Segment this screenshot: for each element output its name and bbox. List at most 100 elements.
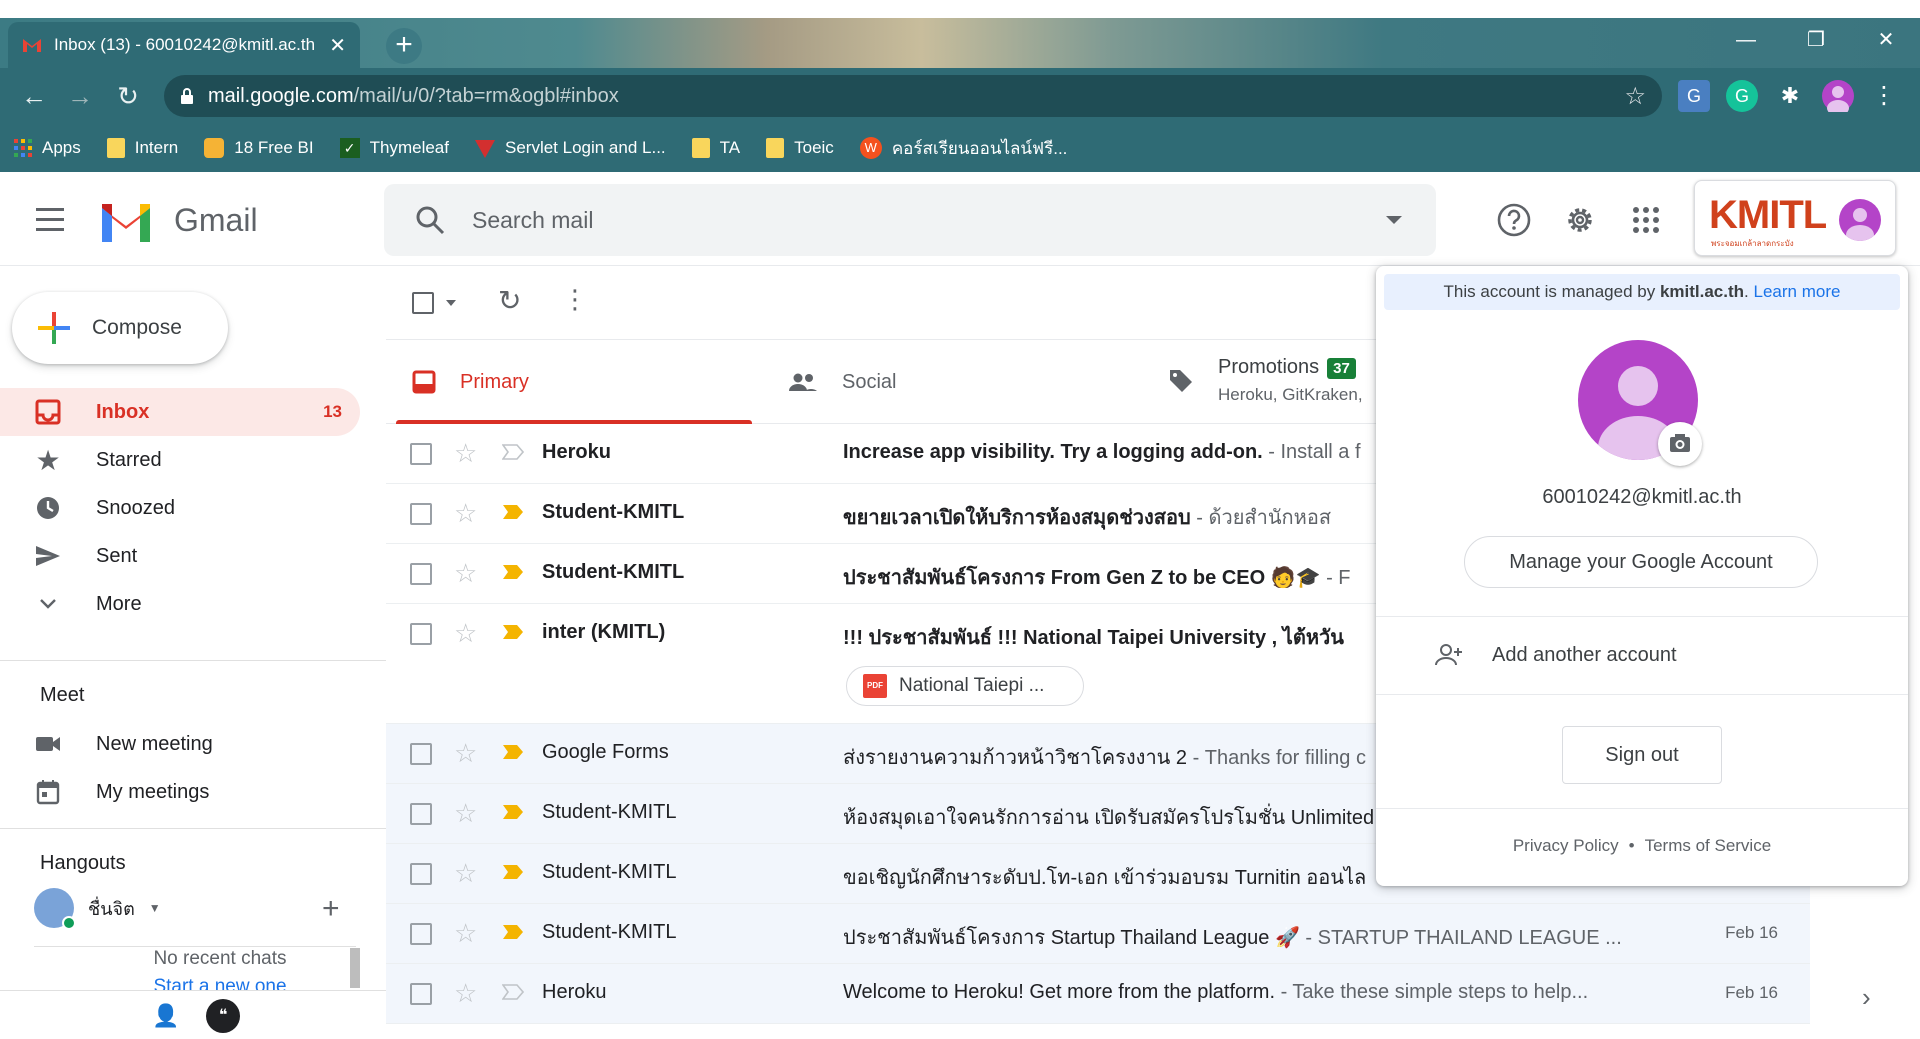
close-tab-icon[interactable]: ✕: [329, 33, 346, 58]
address-bar[interactable]: mail.google.com /mail/u/0/?tab=rm&ogbl#i…: [164, 75, 1662, 117]
google-apps-grid-icon[interactable]: [1628, 202, 1664, 238]
sign-out-button[interactable]: Sign out: [1562, 726, 1722, 784]
hangouts-scrollbar[interactable]: [350, 948, 360, 988]
change-photo-camera-icon[interactable]: [1658, 422, 1702, 466]
privacy-policy-link[interactable]: Privacy Policy: [1513, 836, 1619, 855]
sidebar-divider: [0, 828, 386, 829]
tab-primary[interactable]: Primary: [412, 340, 529, 424]
bookmark-ta[interactable]: TA: [691, 138, 740, 158]
search-input[interactable]: [470, 200, 1350, 240]
sidebar-item-starred[interactable]: ★ Starred: [0, 436, 360, 484]
row-checkbox[interactable]: [410, 983, 432, 1005]
row-checkbox[interactable]: [410, 563, 432, 585]
profile-avatar-icon[interactable]: [1822, 80, 1854, 116]
row-checkbox[interactable]: [410, 743, 432, 765]
sidebar-item-my-meetings[interactable]: My meetings: [0, 768, 360, 816]
reload-icon[interactable]: ↻: [108, 76, 148, 116]
browser-menu-icon[interactable]: ⋮: [1868, 80, 1900, 112]
importance-marker-icon[interactable]: [502, 924, 524, 940]
forward-arrow-icon[interactable]: →: [60, 76, 100, 116]
add-another-account-button[interactable]: Add another account: [1376, 616, 1908, 694]
star-outline-icon[interactable]: ☆: [454, 498, 477, 529]
star-outline-icon[interactable]: ☆: [454, 798, 477, 829]
sidebar-item-more[interactable]: More: [0, 580, 360, 628]
row-checkbox[interactable]: [410, 863, 432, 885]
account-avatar[interactable]: [1839, 199, 1881, 241]
bookmark-intern[interactable]: Intern: [106, 138, 178, 158]
translate-extension-icon[interactable]: G: [1678, 80, 1710, 112]
terms-of-service-link[interactable]: Terms of Service: [1645, 836, 1772, 855]
search-icon[interactable]: [414, 204, 446, 236]
sidebar-item-label: More: [96, 592, 142, 615]
attachment-chip[interactable]: PDF National Taiepi ...: [846, 666, 1084, 706]
main-menu-icon[interactable]: [36, 208, 72, 232]
new-conversation-plus-icon[interactable]: +: [322, 892, 340, 926]
sidebar-item-sent[interactable]: Sent: [0, 532, 360, 580]
importance-marker-icon[interactable]: [502, 444, 524, 460]
star-outline-icon[interactable]: ☆: [454, 918, 477, 949]
add-person-icon: [1435, 644, 1462, 666]
table-row[interactable]: ☆ Student-KMITL ประชาสัมพันธ์โครงการ Sta…: [386, 904, 1810, 964]
table-row[interactable]: ☆ Heroku Welcome to Heroku! Get more fro…: [386, 964, 1810, 1024]
importance-marker-icon[interactable]: [502, 804, 524, 820]
bookmark-thymeleaf[interactable]: ✓ Thymeleaf: [339, 138, 449, 158]
row-checkbox[interactable]: [410, 923, 432, 945]
hangouts-chat-icon[interactable]: ❝: [206, 999, 240, 1033]
star-outline-icon[interactable]: ☆: [454, 558, 477, 589]
tab-promotions[interactable]: Promotions 37 Heroku, GitKraken,: [1168, 340, 1363, 424]
learn-more-link[interactable]: Learn more: [1754, 282, 1841, 301]
star-outline-icon[interactable]: ☆: [454, 438, 477, 469]
importance-marker-icon[interactable]: [502, 504, 524, 520]
email-subject-line: Welcome to Heroku! Get more from the pla…: [843, 981, 1653, 1004]
settings-gear-icon[interactable]: [1562, 202, 1598, 238]
sidebar-item-new-meeting[interactable]: New meeting: [0, 720, 360, 768]
bookmark-servlet[interactable]: Servlet Login and L...: [474, 138, 666, 158]
contacts-person-icon[interactable]: 👤: [152, 1003, 179, 1029]
importance-marker-icon[interactable]: [502, 624, 524, 640]
row-checkbox[interactable]: [410, 503, 432, 525]
sidebar-item-inbox[interactable]: Inbox 13: [0, 388, 360, 436]
refresh-icon[interactable]: ↻: [498, 284, 521, 317]
account-switcher-chip[interactable]: KMITL พระจอมเกล้าลาดกระบัง: [1694, 180, 1896, 256]
gmail-wordmark[interactable]: Gmail: [174, 202, 258, 239]
grammarly-extension-icon[interactable]: G: [1726, 80, 1758, 112]
star-outline-icon[interactable]: ☆: [454, 738, 477, 769]
new-tab-button[interactable]: +: [386, 28, 422, 64]
star-outline-icon[interactable]: ☆: [454, 858, 477, 889]
importance-marker-icon[interactable]: [502, 864, 524, 880]
bookmark-18-free-bi[interactable]: 18 Free BI: [204, 138, 314, 158]
tab-social[interactable]: Social: [788, 340, 896, 424]
bookmark-apps[interactable]: Apps: [14, 138, 81, 158]
bookmark-online-courses[interactable]: W คอร์สเรียนออนไลน์ฟรี...: [859, 135, 1067, 162]
manage-google-account-button[interactable]: Manage your Google Account: [1464, 536, 1818, 588]
browser-tab[interactable]: Inbox (13) - 60010242@kmitl.ac.th ✕: [8, 22, 360, 68]
back-arrow-icon[interactable]: ←: [14, 76, 54, 116]
hangouts-user-status[interactable]: ชื่นจิต ▼: [34, 888, 161, 930]
restore-icon[interactable]: ❐: [1796, 24, 1836, 56]
sidebar-item-snoozed[interactable]: Snoozed: [0, 484, 360, 532]
help-icon[interactable]: [1496, 202, 1532, 238]
select-dropdown-icon[interactable]: [446, 300, 456, 306]
gmail-logo-icon[interactable]: [98, 200, 154, 242]
extensions-puzzle-icon[interactable]: ✱: [1774, 80, 1806, 112]
row-checkbox[interactable]: [410, 803, 432, 825]
search-options-chevron-icon[interactable]: [1386, 216, 1402, 224]
star-outline-icon[interactable]: ☆: [454, 978, 477, 1009]
importance-marker-icon[interactable]: [502, 984, 524, 1000]
folder-icon: [766, 138, 785, 158]
status-dropdown-icon[interactable]: ▼: [149, 901, 161, 915]
select-all-checkbox[interactable]: [412, 292, 434, 314]
importance-marker-icon[interactable]: [502, 564, 524, 580]
minimize-icon[interactable]: —: [1726, 24, 1766, 56]
importance-marker-icon[interactable]: [502, 744, 524, 760]
row-checkbox[interactable]: [410, 623, 432, 645]
close-window-icon[interactable]: ✕: [1866, 24, 1906, 56]
chevron-right-icon[interactable]: ›: [1862, 982, 1871, 1013]
row-checkbox[interactable]: [410, 443, 432, 465]
bookmark-star-icon[interactable]: ☆: [1624, 82, 1646, 111]
search-bar[interactable]: [384, 184, 1436, 256]
star-outline-icon[interactable]: ☆: [454, 618, 477, 649]
more-actions-icon[interactable]: ⋮: [562, 284, 588, 315]
bookmark-toeic[interactable]: Toeic: [766, 138, 834, 158]
compose-button[interactable]: Compose: [12, 292, 228, 364]
